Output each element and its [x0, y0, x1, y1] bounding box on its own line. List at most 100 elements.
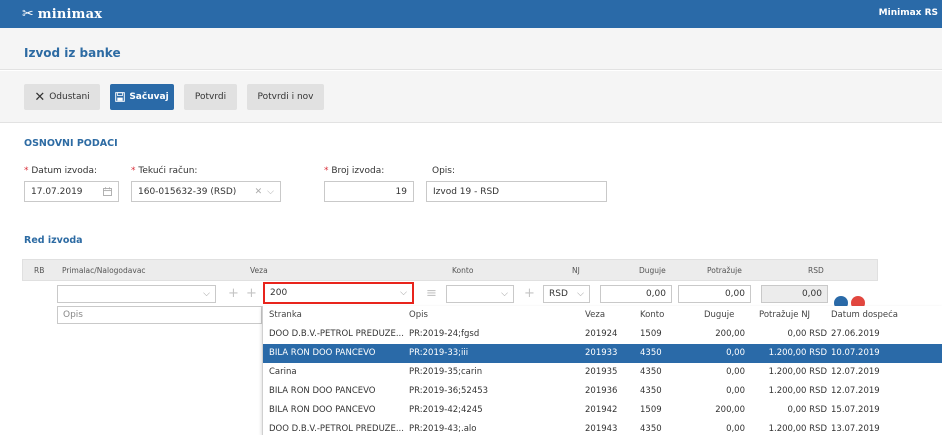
dropdown-header: Stranka Opis Veza Konto Duguje Potražuje… — [263, 306, 942, 325]
dropdown-option[interactable]: DOO D.B.V.-PETROL PREDUZE... PR:2019-24;… — [263, 325, 942, 344]
top-bar: ✂ minimax Minimax RS — [0, 0, 942, 28]
app-logo[interactable]: ✂ minimax — [22, 5, 102, 23]
number-label-text: Broj izvoda: — [331, 166, 385, 176]
cancel-button[interactable]: ✕ Odustani — [24, 84, 100, 110]
save-label: Sačuvaj — [129, 92, 169, 102]
required-mark: * — [324, 166, 329, 176]
chevron-down-icon[interactable]: ⌵ — [203, 289, 210, 299]
debit-input[interactable]: 0,00 — [600, 285, 672, 303]
currency-select[interactable]: RSD ⌵ — [543, 285, 590, 303]
add-partner-icon[interactable]: + — [228, 287, 239, 300]
option-account: 1509 — [640, 329, 662, 339]
confirm-button[interactable]: Potvrdi — [184, 84, 237, 110]
option-partner: DOO D.B.V.-PETROL PREDUZE... — [269, 329, 404, 339]
description-input[interactable]: Izvod 19 - RSD — [426, 181, 607, 202]
option-link: 201942 — [585, 405, 618, 415]
col-account: Konto — [452, 266, 474, 275]
option-description: PR:2019-43;.alo — [409, 424, 477, 434]
option-due-date: 15.07.2019 — [831, 405, 880, 415]
company-name[interactable]: Minimax RS — [879, 8, 938, 18]
option-debit: 0,00 — [726, 348, 745, 358]
save-button[interactable]: Sačuvaj — [110, 84, 174, 110]
option-link: 201924 — [585, 329, 618, 339]
option-account: 4350 — [640, 367, 662, 377]
option-due-date: 27.06.2019 — [831, 329, 880, 339]
chevron-down-icon[interactable]: ⌵ — [400, 288, 407, 298]
statement-number-value: 19 — [395, 186, 407, 197]
option-due-date: 12.07.2019 — [831, 386, 880, 396]
dd-header-due-date: Datum dospeća — [831, 310, 898, 320]
col-debit: Duguje — [639, 266, 666, 275]
dropdown-option[interactable]: Carina PR:2019-35;carin 201935 4350 0,00… — [263, 363, 942, 382]
partner-select[interactable]: ⌵ — [57, 285, 216, 303]
date-value: 17.07.2019 — [31, 186, 83, 197]
basic-data-heading: OSNOVNI PODACI — [24, 138, 118, 149]
close-icon: ✕ — [34, 89, 46, 105]
link-search-input[interactable]: 200 ⌵ — [263, 282, 414, 304]
action-toolbar: ✕ Odustani Sačuvaj Potvrdi Potvrdi i nov — [0, 71, 942, 123]
description-label: Opis: — [432, 166, 456, 176]
option-link: 201935 — [585, 367, 618, 377]
list-icon[interactable]: ≡ — [426, 287, 437, 300]
add-icon[interactable]: + — [246, 287, 257, 300]
link-suggestions-dropdown[interactable]: Stranka Opis Veza Konto Duguje Potražuje… — [262, 306, 942, 435]
number-label: * Broj izvoda: — [324, 166, 384, 176]
calendar-icon[interactable] — [103, 187, 112, 196]
option-credit: 0,00 RSD — [787, 329, 827, 339]
option-account: 1509 — [640, 405, 662, 415]
statement-lines-heading: Red izvoda — [24, 235, 83, 246]
option-credit: 0,00 RSD — [787, 405, 827, 415]
col-rb: RB — [34, 266, 45, 275]
option-credit: 1.200,00 RSD — [768, 367, 827, 377]
option-credit: 1.200,00 RSD — [768, 348, 827, 358]
dropdown-option[interactable]: DOO D.B.V.-PETROL PREDUZE... PR:2019-43;… — [263, 420, 942, 435]
option-link: 201936 — [585, 386, 618, 396]
account-select[interactable]: 160-015632-39 (RSD) ✕ ⌵ — [131, 181, 281, 202]
description-value: Izvod 19 - RSD — [433, 186, 500, 197]
option-account: 4350 — [640, 424, 662, 434]
dd-header-description: Opis — [409, 310, 428, 320]
chevron-down-icon[interactable]: ⌵ — [577, 289, 584, 299]
floppy-disk-icon — [115, 92, 126, 102]
dropdown-option[interactable]: BILA RON DOO PANČEVO PR:2019-42;4245 201… — [263, 401, 942, 420]
chevron-down-icon[interactable]: ⌵ — [501, 289, 508, 299]
option-description: PR:2019-35;carin — [409, 367, 483, 377]
dropdown-option-selected[interactable]: BILA RON DOO PANČEVO PR:2019-33;iii 2019… — [263, 344, 942, 363]
account-code-select[interactable]: ⌵ — [446, 285, 514, 303]
page-header: Izvod iz banke — [0, 28, 942, 70]
option-link: 201943 — [585, 424, 618, 434]
link-search-value: 200 — [270, 288, 288, 298]
col-rsd: RSD — [808, 266, 824, 275]
option-link: 201933 — [585, 348, 618, 358]
option-partner: Carina — [269, 367, 297, 377]
statement-number-input[interactable]: 19 — [324, 181, 414, 202]
rsd-amount: 0,00 — [761, 285, 828, 303]
option-partner: BILA RON DOO PANČEVO — [269, 348, 376, 358]
cancel-label: Odustani — [49, 92, 90, 102]
credit-input[interactable]: 0,00 — [678, 285, 751, 303]
required-mark: * — [24, 166, 29, 176]
clear-icon[interactable]: ✕ — [255, 187, 263, 197]
option-due-date: 13.07.2019 — [831, 424, 880, 434]
option-debit: 0,00 — [726, 386, 745, 396]
option-description: PR:2019-33;iii — [409, 348, 469, 358]
confirm-and-new-button[interactable]: Potvrdi i nov — [247, 84, 324, 110]
option-partner: BILA RON DOO PANČEVO — [269, 386, 376, 396]
account-value: 160-015632-39 (RSD) — [138, 186, 237, 197]
dropdown-option[interactable]: BILA RON DOO PANČEVO PR:2019-36;52453 20… — [263, 382, 942, 401]
option-account: 4350 — [640, 386, 662, 396]
option-description: PR:2019-36;52453 — [409, 386, 489, 396]
option-debit: 200,00 — [715, 405, 745, 415]
option-credit: 1.200,00 RSD — [768, 386, 827, 396]
page-title: Izvod iz banke — [24, 46, 121, 60]
lines-table-header: RB Primalac/Nalogodavac Veza Konto NJ Du… — [22, 259, 878, 281]
line-description-input[interactable]: Opis — [57, 306, 262, 324]
chevron-down-icon[interactable]: ⌵ — [267, 187, 274, 197]
date-input[interactable]: 17.07.2019 — [24, 181, 119, 202]
col-credit: Potražuje — [707, 266, 742, 275]
option-description: PR:2019-24;fgsd — [409, 329, 480, 339]
add-account-icon[interactable]: + — [524, 287, 535, 300]
required-mark: * — [131, 166, 136, 176]
option-debit: 0,00 — [726, 424, 745, 434]
date-label: * Datum izvoda: — [24, 166, 97, 176]
